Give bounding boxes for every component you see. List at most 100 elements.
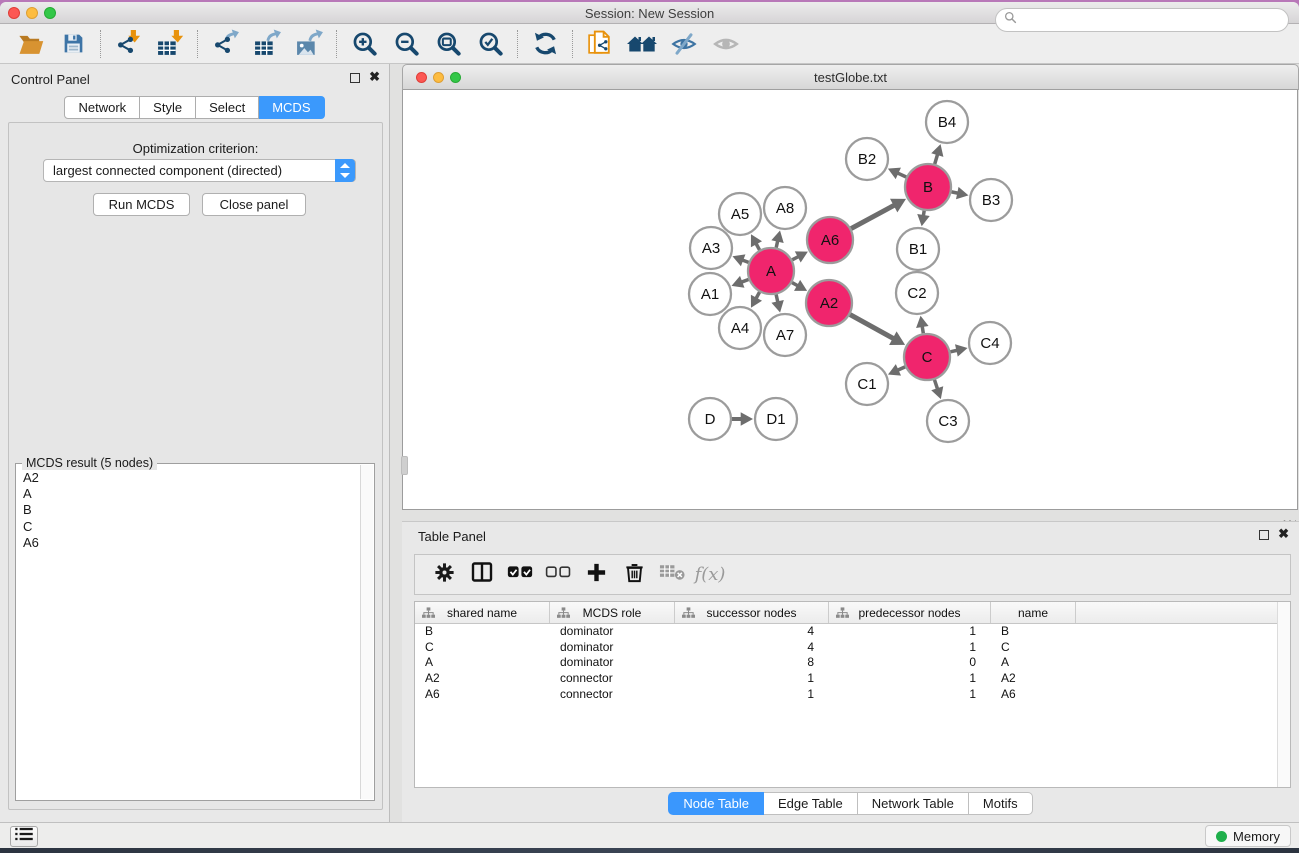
edge-A6-B[interactable] bbox=[851, 205, 894, 229]
run-mcds-button[interactable]: Run MCDS bbox=[93, 193, 190, 216]
table-panel: Table Panel ✖ f(x) shared nameMCDS roles… bbox=[402, 521, 1299, 822]
column-header-predecessor-nodes[interactable]: predecessor nodes bbox=[829, 602, 991, 623]
tab-select[interactable]: Select bbox=[196, 96, 259, 119]
search-input[interactable] bbox=[1017, 13, 1288, 27]
tab-edge-table[interactable]: Edge Table bbox=[764, 792, 858, 815]
save-session-button[interactable] bbox=[52, 27, 94, 61]
tab-style[interactable]: Style bbox=[140, 96, 196, 119]
node-label-A5: A5 bbox=[731, 206, 749, 223]
control-panel-tabs: NetworkStyleSelectMCDS bbox=[0, 96, 389, 119]
float-table-panel-icon[interactable] bbox=[1259, 530, 1269, 540]
delete-column-button[interactable] bbox=[615, 559, 653, 591]
column-label: shared name bbox=[447, 606, 517, 620]
edge-A2-C[interactable] bbox=[850, 315, 894, 339]
toggle-column-view-button[interactable] bbox=[463, 559, 501, 591]
hide-selected-button[interactable] bbox=[663, 27, 705, 61]
column-header-MCDS-role[interactable]: MCDS role bbox=[550, 602, 675, 623]
zoom-in-button[interactable] bbox=[343, 27, 385, 61]
tab-node-table[interactable]: Node Table bbox=[668, 792, 764, 815]
column-label: name bbox=[1018, 606, 1048, 620]
memory-button[interactable]: Memory bbox=[1205, 825, 1291, 847]
table-row[interactable]: Bdominator41B bbox=[415, 624, 1290, 640]
column-header-name[interactable]: name bbox=[991, 602, 1076, 623]
edge-C-C1[interactable] bbox=[898, 367, 906, 370]
eye-slash-icon bbox=[670, 31, 698, 57]
column-header-shared-name[interactable]: shared name bbox=[415, 602, 550, 623]
table-cell: A2 bbox=[415, 671, 550, 687]
tab-network[interactable]: Network bbox=[64, 96, 140, 119]
optimization-criterion-dropdown[interactable]: largest connected component (directed) bbox=[43, 159, 356, 182]
import-network-button[interactable] bbox=[107, 27, 149, 61]
zoom-selected-button[interactable] bbox=[469, 27, 511, 61]
close-panel-button[interactable]: Close panel bbox=[202, 193, 306, 216]
edge-arrowhead bbox=[931, 144, 943, 157]
edge-A-A3[interactable] bbox=[742, 260, 748, 262]
edge-C-C4[interactable] bbox=[950, 350, 957, 352]
zoom-out-button[interactable] bbox=[385, 27, 427, 61]
table-row[interactable]: Adominator80A bbox=[415, 655, 1290, 671]
network-window-title-bar[interactable]: testGlobe.txt bbox=[402, 64, 1299, 90]
open-session-button[interactable] bbox=[10, 27, 52, 61]
mcds-result-item[interactable]: B bbox=[17, 502, 360, 518]
table-cell: dominator bbox=[550, 655, 675, 671]
edge-A-A8[interactable] bbox=[776, 241, 778, 248]
edge-A-A1[interactable] bbox=[741, 279, 748, 282]
edge-A-A5[interactable] bbox=[756, 243, 760, 250]
result-scrollbar[interactable] bbox=[360, 465, 373, 799]
mcds-result-item[interactable]: A bbox=[17, 486, 360, 502]
export-table-button[interactable] bbox=[246, 27, 288, 61]
deselect-all-rows-button[interactable] bbox=[539, 559, 577, 591]
column-header-successor-nodes[interactable]: successor nodes bbox=[675, 602, 829, 623]
network-canvas[interactable]: B4B2BB3A5A8A6B1A3AA1C2A2A4A7C4CC1C3DD1 bbox=[402, 90, 1298, 510]
toolbar-separator bbox=[336, 30, 337, 58]
tab-network-table[interactable]: Network Table bbox=[858, 792, 969, 815]
table-body: Bdominator41BCdominator41CAdominator80AA… bbox=[415, 624, 1290, 702]
tab-motifs[interactable]: Motifs bbox=[969, 792, 1033, 815]
node-label-C: C bbox=[922, 349, 933, 366]
close-panel-icon[interactable]: ✖ bbox=[369, 70, 380, 84]
application-window: Session: New Session Control Panel ✖ Net… bbox=[0, 2, 1299, 848]
import-table-icon bbox=[156, 29, 185, 58]
export-image-button[interactable] bbox=[288, 27, 330, 61]
edge-C-C2[interactable] bbox=[922, 326, 923, 333]
close-table-panel-icon[interactable]: ✖ bbox=[1278, 527, 1289, 541]
home-view-button[interactable] bbox=[621, 27, 663, 61]
trash-icon bbox=[623, 561, 646, 589]
edge-A-A6[interactable] bbox=[792, 256, 798, 259]
table-scrollbar[interactable] bbox=[1277, 602, 1290, 787]
edge-A-A4[interactable] bbox=[756, 292, 760, 299]
network-from-selection-button[interactable] bbox=[579, 27, 621, 61]
table-row[interactable]: A2connector11A2 bbox=[415, 671, 1290, 687]
edge-B-B3[interactable] bbox=[952, 192, 959, 193]
node-label-A1: A1 bbox=[701, 286, 719, 303]
table-cell: B bbox=[991, 624, 1076, 640]
mcds-result-item[interactable]: A2 bbox=[17, 470, 360, 486]
search-box[interactable] bbox=[995, 8, 1289, 32]
edge-arrowhead bbox=[955, 344, 968, 356]
sitemap-icon bbox=[682, 607, 695, 622]
task-history-button[interactable] bbox=[10, 826, 38, 847]
export-network-button[interactable] bbox=[204, 27, 246, 61]
float-panel-icon[interactable] bbox=[350, 73, 360, 83]
canvas-vertical-scroll-thumb[interactable] bbox=[401, 456, 408, 475]
table-row[interactable]: Cdominator41C bbox=[415, 640, 1290, 656]
select-all-rows-button[interactable] bbox=[501, 559, 539, 591]
edge-A-A7[interactable] bbox=[776, 294, 778, 302]
import-table-button[interactable] bbox=[149, 27, 191, 61]
table-settings-button[interactable] bbox=[425, 559, 463, 591]
tab-mcds[interactable]: MCDS bbox=[259, 96, 324, 119]
add-column-button[interactable] bbox=[577, 559, 615, 591]
edge-B-B4[interactable] bbox=[935, 154, 938, 164]
mcds-result-item[interactable]: C bbox=[17, 519, 360, 535]
table-cell: A2 bbox=[991, 671, 1076, 687]
edge-B-B2[interactable] bbox=[897, 173, 906, 177]
zoom-fit-button[interactable] bbox=[427, 27, 469, 61]
gear-icon bbox=[433, 561, 456, 589]
mcds-result-item[interactable]: A6 bbox=[17, 535, 360, 551]
edge-A-A2[interactable] bbox=[792, 283, 798, 286]
edge-C-C3[interactable] bbox=[934, 380, 937, 389]
refresh-layout-button[interactable] bbox=[524, 27, 566, 61]
table-type-tabs: Node TableEdge TableNetwork TableMotifs bbox=[402, 792, 1299, 815]
toolbar-separator bbox=[100, 30, 101, 58]
table-row[interactable]: A6connector11A6 bbox=[415, 687, 1290, 703]
